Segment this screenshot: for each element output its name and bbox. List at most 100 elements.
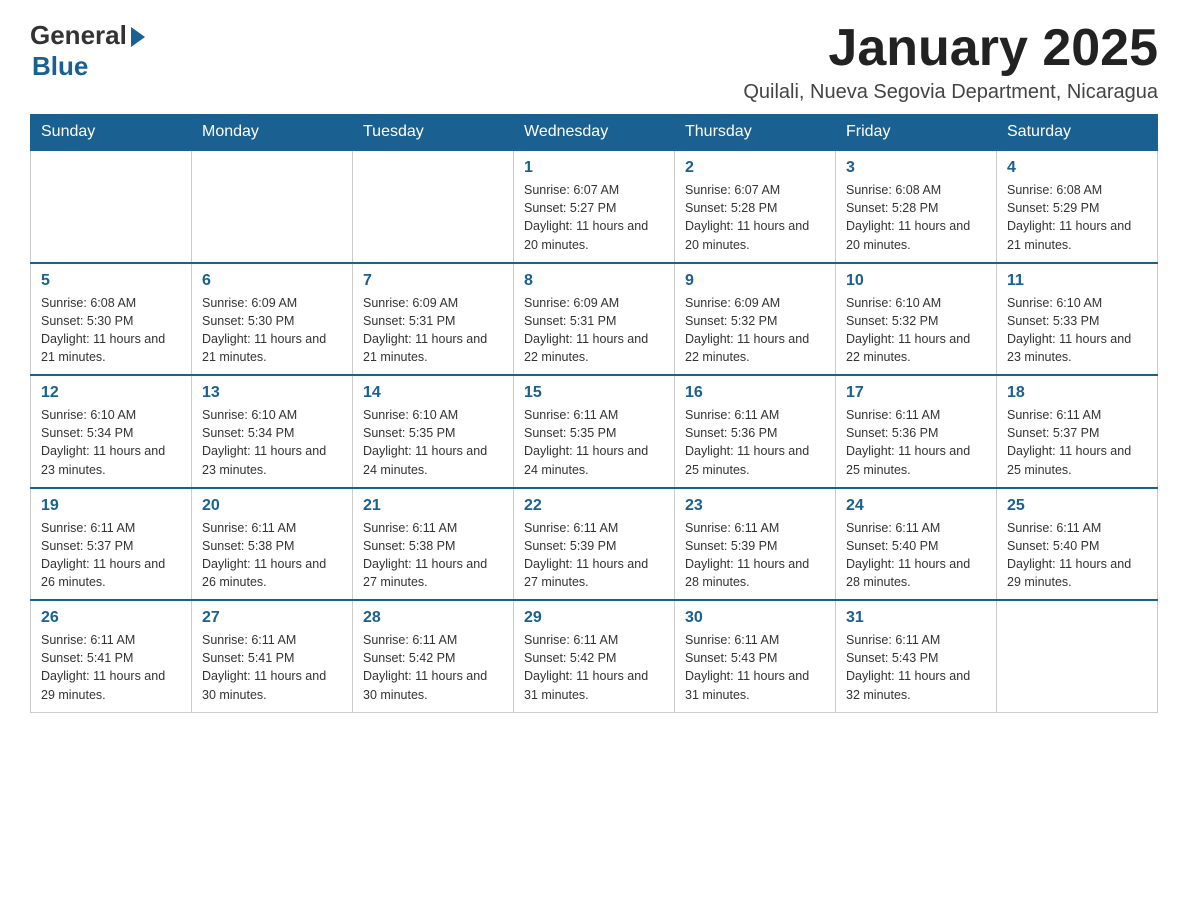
logo-blue-text: Blue bbox=[32, 51, 88, 81]
day-number: 31 bbox=[846, 609, 986, 627]
calendar-cell bbox=[353, 150, 514, 263]
logo-arrow-icon bbox=[131, 27, 145, 47]
day-info: Sunrise: 6:09 AMSunset: 5:31 PMDaylight:… bbox=[363, 294, 503, 367]
calendar-cell: 4 Sunrise: 6:08 AMSunset: 5:29 PMDaylight… bbox=[997, 150, 1158, 263]
calendar-cell: 11 Sunrise: 6:10 AMSunset: 5:33 PMDayligh… bbox=[997, 263, 1158, 376]
week-row-2: 12 Sunrise: 6:10 AMSunset: 5:34 PMDayligh… bbox=[31, 375, 1158, 488]
day-info: Sunrise: 6:11 AMSunset: 5:43 PMDaylight:… bbox=[685, 631, 825, 704]
day-info: Sunrise: 6:11 AMSunset: 5:36 PMDaylight:… bbox=[685, 406, 825, 479]
calendar-cell: 20Sunrise: 6:11 AMSunset: 5:38 PMDayligh… bbox=[192, 488, 353, 601]
calendar-cell: 19Sunrise: 6:11 AMSunset: 5:37 PMDayligh… bbox=[31, 488, 192, 601]
day-number: 11 bbox=[1007, 272, 1147, 290]
calendar-table: SundayMondayTuesdayWednesdayThursdayFrid… bbox=[30, 114, 1158, 713]
calendar-cell: 22 Sunrise: 6:11 AMSunset: 5:39 PMDayligh… bbox=[514, 488, 675, 601]
day-info: Sunrise: 6:07 AMSunset: 5:27 PMDaylight:… bbox=[524, 181, 664, 254]
calendar-cell: 15Sunrise: 6:11 AMSunset: 5:35 PMDayligh… bbox=[514, 375, 675, 488]
day-info: Sunrise: 6:11 AMSunset: 5:38 PMDaylight:… bbox=[202, 519, 342, 592]
day-number: 6 bbox=[202, 272, 342, 290]
day-number: 4 bbox=[1007, 159, 1147, 177]
day-info: Sunrise: 6:11 AMSunset: 5:36 PMDaylight:… bbox=[846, 406, 986, 479]
day-info: Sunrise: 6:10 AMSunset: 5:32 PMDaylight:… bbox=[846, 294, 986, 367]
header-wednesday: Wednesday bbox=[514, 115, 675, 151]
calendar-cell: 5 Sunrise: 6:08 AMSunset: 5:30 PMDaylight… bbox=[31, 263, 192, 376]
day-number: 7 bbox=[363, 272, 503, 290]
calendar-cell: 7 Sunrise: 6:09 AMSunset: 5:31 PMDaylight… bbox=[353, 263, 514, 376]
calendar-cell: 16 Sunrise: 6:11 AMSunset: 5:36 PMDayligh… bbox=[675, 375, 836, 488]
day-info: Sunrise: 6:11 AMSunset: 5:40 PMDaylight:… bbox=[1007, 519, 1147, 592]
day-number: 15 bbox=[524, 384, 664, 402]
day-info: Sunrise: 6:11 AMSunset: 5:37 PMDaylight:… bbox=[1007, 406, 1147, 479]
day-number: 14 bbox=[363, 384, 503, 402]
calendar-cell: 23Sunrise: 6:11 AMSunset: 5:39 PMDayligh… bbox=[675, 488, 836, 601]
day-info: Sunrise: 6:08 AMSunset: 5:29 PMDaylight:… bbox=[1007, 181, 1147, 254]
day-number: 21 bbox=[363, 497, 503, 515]
day-info: Sunrise: 6:08 AMSunset: 5:30 PMDaylight:… bbox=[41, 294, 181, 367]
day-number: 22 bbox=[524, 497, 664, 515]
calendar-cell: 27 Sunrise: 6:11 AMSunset: 5:41 PMDayligh… bbox=[192, 600, 353, 712]
day-number: 18 bbox=[1007, 384, 1147, 402]
day-info: Sunrise: 6:10 AMSunset: 5:33 PMDaylight:… bbox=[1007, 294, 1147, 367]
day-info: Sunrise: 6:09 AMSunset: 5:32 PMDaylight:… bbox=[685, 294, 825, 367]
calendar-cell: 2Sunrise: 6:07 AMSunset: 5:28 PMDaylight… bbox=[675, 150, 836, 263]
day-info: Sunrise: 6:11 AMSunset: 5:38 PMDaylight:… bbox=[363, 519, 503, 592]
day-number: 16 bbox=[685, 384, 825, 402]
week-row-4: 26 Sunrise: 6:11 AMSunset: 5:41 PMDayligh… bbox=[31, 600, 1158, 712]
day-number: 26 bbox=[41, 609, 181, 627]
day-number: 24 bbox=[846, 497, 986, 515]
day-number: 9 bbox=[685, 272, 825, 290]
day-info: Sunrise: 6:11 AMSunset: 5:40 PMDaylight:… bbox=[846, 519, 986, 592]
calendar-cell: 21 Sunrise: 6:11 AMSunset: 5:38 PMDayligh… bbox=[353, 488, 514, 601]
page-title: January 2025 bbox=[743, 20, 1158, 77]
day-number: 28 bbox=[363, 609, 503, 627]
calendar-cell: 10 Sunrise: 6:10 AMSunset: 5:32 PMDayligh… bbox=[836, 263, 997, 376]
day-number: 27 bbox=[202, 609, 342, 627]
header-monday: Monday bbox=[192, 115, 353, 151]
day-number: 8 bbox=[524, 272, 664, 290]
day-info: Sunrise: 6:11 AMSunset: 5:43 PMDaylight:… bbox=[846, 631, 986, 704]
day-number: 25 bbox=[1007, 497, 1147, 515]
title-section: January 2025 Quilali, Nueva Segovia Depa… bbox=[743, 20, 1158, 104]
day-info: Sunrise: 6:10 AMSunset: 5:34 PMDaylight:… bbox=[41, 406, 181, 479]
calendar-cell: 8Sunrise: 6:09 AMSunset: 5:31 PMDaylight… bbox=[514, 263, 675, 376]
day-number: 12 bbox=[41, 384, 181, 402]
day-number: 1 bbox=[524, 159, 664, 177]
calendar-cell: 26 Sunrise: 6:11 AMSunset: 5:41 PMDayligh… bbox=[31, 600, 192, 712]
calendar-cell: 31 Sunrise: 6:11 AMSunset: 5:43 PMDayligh… bbox=[836, 600, 997, 712]
week-row-0: 1 Sunrise: 6:07 AMSunset: 5:27 PMDaylight… bbox=[31, 150, 1158, 263]
header: General Blue January 2025 Quilali, Nueva… bbox=[30, 20, 1158, 104]
day-number: 13 bbox=[202, 384, 342, 402]
header-saturday: Saturday bbox=[997, 115, 1158, 151]
header-sunday: Sunday bbox=[31, 115, 192, 151]
day-number: 23 bbox=[685, 497, 825, 515]
calendar-cell: 18 Sunrise: 6:11 AMSunset: 5:37 PMDayligh… bbox=[997, 375, 1158, 488]
day-number: 10 bbox=[846, 272, 986, 290]
day-number: 2 bbox=[685, 159, 825, 177]
calendar-cell bbox=[997, 600, 1158, 712]
logo-general-text: General bbox=[30, 20, 127, 51]
day-info: Sunrise: 6:09 AMSunset: 5:30 PMDaylight:… bbox=[202, 294, 342, 367]
day-info: Sunrise: 6:11 AMSunset: 5:39 PMDaylight:… bbox=[524, 519, 664, 592]
calendar-cell: 1 Sunrise: 6:07 AMSunset: 5:27 PMDaylight… bbox=[514, 150, 675, 263]
calendar-cell: 12 Sunrise: 6:10 AMSunset: 5:34 PMDayligh… bbox=[31, 375, 192, 488]
day-info: Sunrise: 6:11 AMSunset: 5:41 PMDaylight:… bbox=[41, 631, 181, 704]
week-row-1: 5 Sunrise: 6:08 AMSunset: 5:30 PMDaylight… bbox=[31, 263, 1158, 376]
day-number: 17 bbox=[846, 384, 986, 402]
calendar-cell: 29 Sunrise: 6:11 AMSunset: 5:42 PMDayligh… bbox=[514, 600, 675, 712]
calendar-cell: 28 Sunrise: 6:11 AMSunset: 5:42 PMDayligh… bbox=[353, 600, 514, 712]
day-info: Sunrise: 6:11 AMSunset: 5:42 PMDaylight:… bbox=[524, 631, 664, 704]
day-info: Sunrise: 6:11 AMSunset: 5:41 PMDaylight:… bbox=[202, 631, 342, 704]
calendar-cell: 25 Sunrise: 6:11 AMSunset: 5:40 PMDayligh… bbox=[997, 488, 1158, 601]
calendar-cell: 30 Sunrise: 6:11 AMSunset: 5:43 PMDayligh… bbox=[675, 600, 836, 712]
day-info: Sunrise: 6:11 AMSunset: 5:42 PMDaylight:… bbox=[363, 631, 503, 704]
day-number: 5 bbox=[41, 272, 181, 290]
calendar-cell: 13 Sunrise: 6:10 AMSunset: 5:34 PMDayligh… bbox=[192, 375, 353, 488]
day-number: 3 bbox=[846, 159, 986, 177]
header-friday: Friday bbox=[836, 115, 997, 151]
day-number: 30 bbox=[685, 609, 825, 627]
day-number: 29 bbox=[524, 609, 664, 627]
calendar-cell: 24 Sunrise: 6:11 AMSunset: 5:40 PMDayligh… bbox=[836, 488, 997, 601]
calendar-cell bbox=[31, 150, 192, 263]
calendar-cell: 6 Sunrise: 6:09 AMSunset: 5:30 PMDaylight… bbox=[192, 263, 353, 376]
day-info: Sunrise: 6:10 AMSunset: 5:34 PMDaylight:… bbox=[202, 406, 342, 479]
header-thursday: Thursday bbox=[675, 115, 836, 151]
